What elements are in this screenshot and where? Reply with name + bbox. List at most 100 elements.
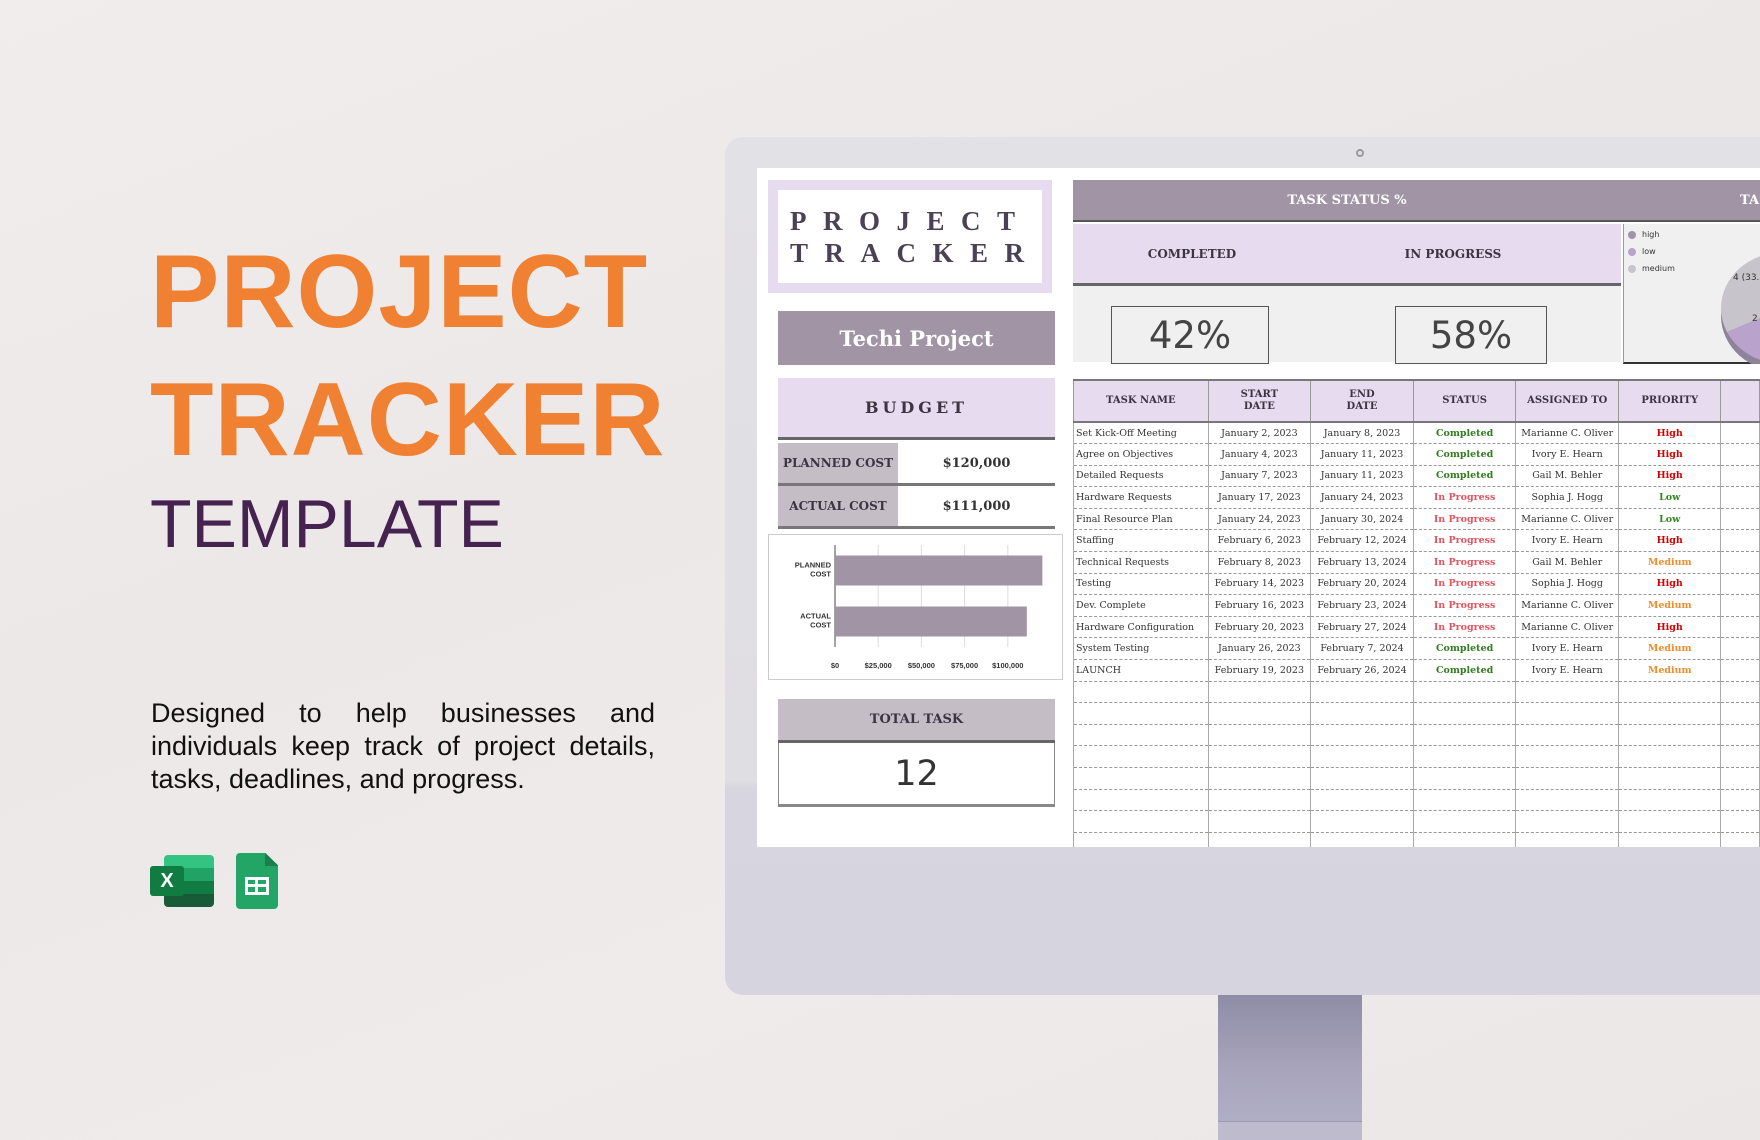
table-row[interactable]: Hardware Requests January 17, 2023 January… — [1073, 486, 1760, 509]
end-date-cell[interactable]: January 8, 2023 — [1310, 422, 1414, 445]
start-date-cell[interactable]: February 20, 2023 — [1207, 616, 1312, 639]
priority-cell[interactable]: Medium — [1618, 551, 1722, 574]
start-date-cell[interactable]: January 7, 2023 — [1207, 465, 1312, 488]
empty-cell[interactable] — [1207, 789, 1312, 812]
priority-cell[interactable]: High — [1618, 529, 1722, 553]
empty-cell[interactable] — [1412, 810, 1517, 833]
assigned-to-cell[interactable]: Gail M. Behler — [1515, 465, 1620, 488]
end-date-cell[interactable]: February 7, 2024 — [1310, 637, 1414, 661]
empty-cell[interactable] — [1618, 810, 1722, 833]
extra-cell[interactable] — [1720, 616, 1760, 639]
end-date-cell[interactable]: February 23, 2024 — [1310, 594, 1414, 617]
status-cell[interactable]: Completed — [1412, 465, 1517, 488]
assigned-to-cell[interactable]: Marianne C. Oliver — [1515, 508, 1620, 531]
empty-cell[interactable] — [1073, 745, 1209, 768]
start-date-cell[interactable]: February 8, 2023 — [1207, 551, 1312, 574]
end-date-cell[interactable]: January 24, 2023 — [1310, 486, 1414, 509]
empty-cell[interactable] — [1618, 767, 1722, 790]
empty-cell[interactable] — [1207, 702, 1312, 725]
task-name-cell[interactable]: Set Kick-Off Meeting — [1073, 422, 1209, 445]
status-cell[interactable]: In Progress — [1412, 486, 1517, 509]
assigned-to-cell[interactable]: Ivory E. Hearn — [1515, 443, 1620, 466]
empty-cell[interactable] — [1310, 745, 1414, 768]
empty-cell[interactable] — [1412, 745, 1517, 768]
empty-cell[interactable] — [1720, 832, 1760, 847]
empty-cell[interactable] — [1073, 789, 1209, 812]
assigned-to-cell[interactable]: Marianne C. Oliver — [1515, 594, 1620, 617]
extra-cell[interactable] — [1720, 422, 1760, 445]
empty-cell[interactable] — [1618, 789, 1722, 812]
extra-cell[interactable] — [1720, 486, 1760, 509]
priority-cell[interactable]: Medium — [1618, 637, 1722, 661]
table-row[interactable]: LAUNCH February 19, 2023 February 26, 2024… — [1073, 659, 1760, 682]
empty-cell[interactable] — [1412, 681, 1517, 704]
empty-cell[interactable] — [1310, 681, 1414, 704]
empty-cell[interactable] — [1207, 767, 1312, 790]
empty-cell[interactable] — [1073, 810, 1209, 833]
extra-cell[interactable] — [1720, 551, 1760, 574]
empty-table-row[interactable] — [1073, 702, 1760, 725]
start-date-cell[interactable]: January 2, 2023 — [1207, 422, 1312, 445]
empty-table-row[interactable] — [1073, 745, 1760, 768]
status-cell[interactable]: Completed — [1412, 637, 1517, 661]
empty-cell[interactable] — [1515, 702, 1620, 725]
empty-cell[interactable] — [1515, 789, 1620, 812]
empty-cell[interactable] — [1310, 789, 1414, 812]
header-status[interactable]: STATUS — [1412, 379, 1517, 423]
header-task-name[interactable]: TASK NAME — [1073, 379, 1209, 423]
extra-cell[interactable] — [1720, 637, 1760, 661]
start-date-cell[interactable]: February 19, 2023 — [1207, 659, 1312, 682]
task-name-cell[interactable]: Agree on Objectives — [1073, 443, 1209, 466]
header-assigned-to[interactable]: ASSIGNED TO — [1515, 379, 1620, 423]
empty-cell[interactable] — [1310, 832, 1414, 847]
header-end-date[interactable]: END DATE — [1310, 379, 1414, 423]
assigned-to-cell[interactable]: Marianne C. Oliver — [1515, 422, 1620, 445]
empty-cell[interactable] — [1720, 724, 1760, 747]
empty-cell[interactable] — [1618, 745, 1722, 768]
assigned-to-cell[interactable]: Sophia J. Hogg — [1515, 486, 1620, 509]
empty-cell[interactable] — [1207, 724, 1312, 747]
table-row[interactable]: Hardware Configuration February 20, 2023 F… — [1073, 616, 1760, 639]
table-row[interactable]: Dev. Complete February 16, 2023 February 2… — [1073, 594, 1760, 617]
table-row[interactable]: Staffing February 6, 2023 February 12, 202… — [1073, 529, 1760, 553]
start-date-cell[interactable]: February 14, 2023 — [1207, 573, 1312, 596]
empty-cell[interactable] — [1618, 832, 1722, 847]
end-date-cell[interactable]: February 26, 2024 — [1310, 659, 1414, 682]
empty-cell[interactable] — [1412, 767, 1517, 790]
empty-cell[interactable] — [1515, 832, 1620, 847]
empty-cell[interactable] — [1720, 745, 1760, 768]
empty-table-row[interactable] — [1073, 767, 1760, 790]
empty-cell[interactable] — [1515, 724, 1620, 747]
priority-cell[interactable]: Low — [1618, 508, 1722, 531]
status-cell[interactable]: In Progress — [1412, 551, 1517, 574]
priority-cell[interactable]: High — [1618, 443, 1722, 466]
table-row[interactable]: Technical Requests February 8, 2023 Februa… — [1073, 551, 1760, 574]
empty-cell[interactable] — [1310, 767, 1414, 790]
table-row[interactable]: Testing February 14, 2023 February 20, 202… — [1073, 573, 1760, 596]
task-name-cell[interactable]: Dev. Complete — [1073, 594, 1209, 617]
assigned-to-cell[interactable]: Ivory E. Hearn — [1515, 637, 1620, 661]
empty-cell[interactable] — [1618, 724, 1722, 747]
empty-table-row[interactable] — [1073, 789, 1760, 812]
end-date-cell[interactable]: February 12, 2024 — [1310, 529, 1414, 553]
table-row[interactable]: Final Resource Plan January 24, 2023 Janua… — [1073, 508, 1760, 531]
status-cell[interactable]: In Progress — [1412, 573, 1517, 596]
task-name-cell[interactable]: LAUNCH — [1073, 659, 1209, 682]
task-name-cell[interactable]: Hardware Configuration — [1073, 616, 1209, 639]
task-name-cell[interactable]: Hardware Requests — [1073, 486, 1209, 509]
empty-cell[interactable] — [1720, 810, 1760, 833]
status-cell[interactable]: Completed — [1412, 422, 1517, 445]
empty-cell[interactable] — [1310, 810, 1414, 833]
assigned-to-cell[interactable]: Marianne C. Oliver — [1515, 616, 1620, 639]
empty-cell[interactable] — [1073, 767, 1209, 790]
empty-cell[interactable] — [1618, 681, 1722, 704]
extra-cell[interactable] — [1720, 465, 1760, 488]
header-priority[interactable]: PRIORITY — [1618, 379, 1722, 423]
empty-table-row[interactable] — [1073, 724, 1760, 747]
extra-cell[interactable] — [1720, 573, 1760, 596]
header-start-date[interactable]: START DATE — [1207, 379, 1312, 423]
extra-cell[interactable] — [1720, 594, 1760, 617]
priority-cell[interactable]: High — [1618, 616, 1722, 639]
empty-cell[interactable] — [1720, 702, 1760, 725]
actual-cost-value[interactable]: $111,000 — [898, 486, 1055, 526]
